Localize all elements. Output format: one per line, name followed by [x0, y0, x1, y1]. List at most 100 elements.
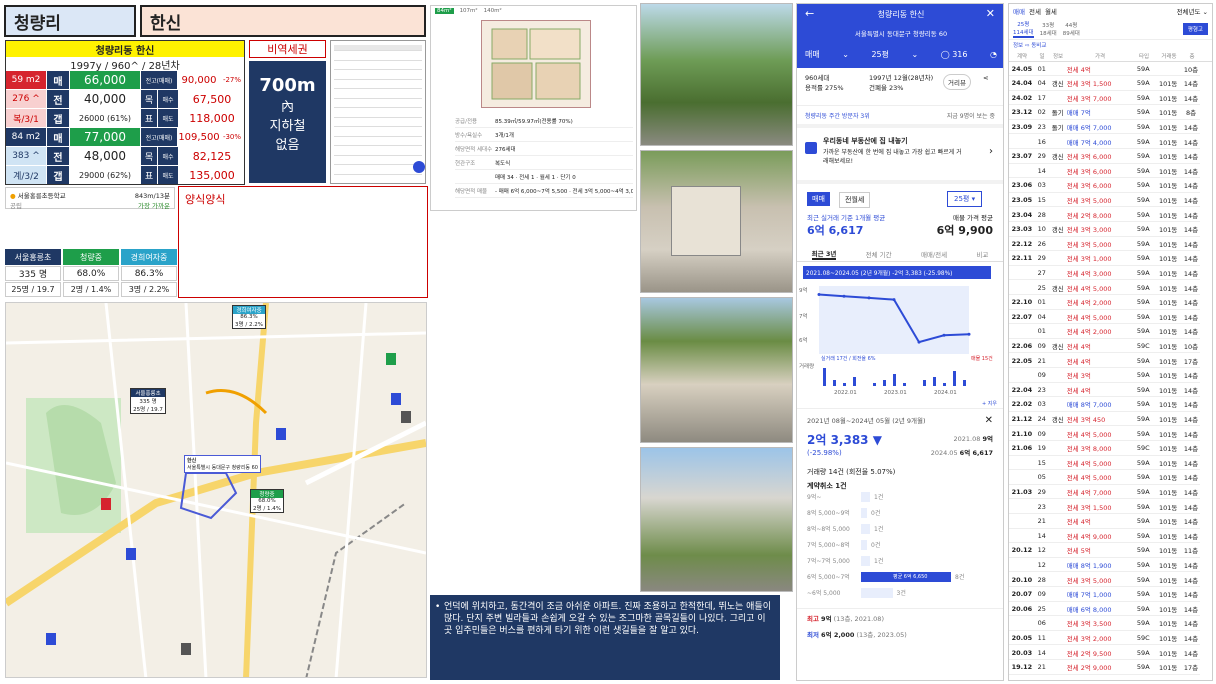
- deal-row[interactable]: 21.10 09 전세 4억 5,000 59A 101동 14층: [1009, 427, 1200, 441]
- map-tag-2[interactable]: 서울홍릉초 335 명 25명 / 19.7: [130, 388, 166, 414]
- photo-1[interactable]: [640, 3, 793, 146]
- deal-row[interactable]: 15 전세 4억 5,000 59A 101동 14층: [1009, 456, 1200, 471]
- deal-row[interactable]: 05 전세 4억 5,000 59A 101동 14층: [1009, 471, 1200, 485]
- close-icon[interactable]: ✕: [985, 415, 993, 426]
- floorplan-info-key: 해당면적 매물: [455, 188, 488, 195]
- period-label: 2021년 08월~2024년 05월 (2년 9개월): [807, 417, 926, 425]
- deal-row[interactable]: 24.02 17 전세 3억 7,000 59A 101동 14층: [1009, 91, 1200, 106]
- deal-row[interactable]: 12 매매 8억 1,900 59A 101동 14층: [1009, 558, 1200, 573]
- school-marker-icon[interactable]: [46, 633, 56, 645]
- deal-row[interactable]: 20.05 11 전세 3억 2,000 59C 101동 14층: [1009, 631, 1200, 646]
- school-marker-icon[interactable]: [391, 393, 401, 405]
- deal-row[interactable]: 22.02 03 매매 8억 7,000 59A 101동 14층: [1009, 398, 1200, 412]
- deal-row[interactable]: 22.11 29 전세 3억 1,000 59A 101동 14층: [1009, 252, 1200, 266]
- deal-row[interactable]: 19.12 21 전세 2억 9,000 59A 101동 17층: [1009, 661, 1200, 675]
- deal-row[interactable]: 21.12 24 갱신 전세 3억 450 59A 101동 14층: [1009, 412, 1200, 427]
- deal-row[interactable]: 23.12 02 돌기 매매 7억 59A 101동 8층: [1009, 106, 1200, 120]
- deal-tab[interactable]: 매매: [1013, 6, 1025, 16]
- map-apt-label[interactable]: 한신 서울특별시 동대문구 청량리동 60: [184, 455, 261, 473]
- photo-4[interactable]: [640, 447, 793, 592]
- deal-row[interactable]: 22.05 21 전세 4억 59A 101동 17층: [1009, 354, 1200, 368]
- deal-row[interactable]: 16 매매 7억 4,000 59A 101동 14층: [1009, 135, 1200, 149]
- school-marker-icon[interactable]: [386, 353, 396, 365]
- close-icon[interactable]: ✕: [986, 7, 995, 20]
- year-filter[interactable]: 전체년도 ⌄: [1177, 6, 1208, 16]
- deal-row[interactable]: 23.04 28 전세 2억 8,000 59A 101동 14층: [1009, 208, 1200, 222]
- deal-row[interactable]: 21 전세 4억 59A 101동 14층: [1009, 515, 1200, 529]
- deal-row[interactable]: 22.12 26 전세 3억 5,000 59A 101동 14층: [1009, 237, 1200, 252]
- chevron-right-icon[interactable]: ›: [989, 146, 993, 157]
- btn-jeon[interactable]: 전월세: [839, 192, 871, 208]
- floorplan-tab[interactable]: 107m²: [460, 8, 478, 14]
- chevron-down-icon[interactable]: ⌄: [911, 50, 918, 59]
- deal-row[interactable]: 24.05 01 전세 4억 59A 10층: [1009, 62, 1200, 76]
- deal-row[interactable]: 01 전세 4억 2,000 59A 101동 14층: [1009, 325, 1200, 339]
- deal-row[interactable]: 21.03 29 전세 4억 7,000 59A 101동 14층: [1009, 485, 1200, 500]
- chart-tab[interactable]: 최근 3년: [811, 248, 837, 260]
- chart-tab[interactable]: 매매/전세: [921, 249, 947, 259]
- deal-row[interactable]: 23.09 23 돌기 매매 6억 7,000 59A 101동 14층: [1009, 120, 1200, 135]
- price-chart[interactable]: 9억 7억 6억거래량 2022.01 2023.01 2024.01 실거래 17건 / …: [797, 262, 1004, 398]
- photo-2[interactable]: [640, 150, 793, 293]
- deal-row[interactable]: 20.10 28 전세 3억 5,000 59A 101동 14층: [1009, 573, 1200, 587]
- deal-row[interactable]: 06 전세 3억 3,500 59A 101동 14층: [1009, 617, 1200, 631]
- deal-row[interactable]: 23.05 15 전세 3억 5,000 59A 101동 14층: [1009, 193, 1200, 208]
- deal-row[interactable]: 20.03 14 전세 2억 9,500 59A 101동 14층: [1009, 646, 1200, 660]
- deal-row[interactable]: 22.07 04 전세 4억 5,000 59A 101동 14층: [1009, 310, 1200, 325]
- deal-row[interactable]: 23.06 03 전세 3억 6,000 59A 101동 14층: [1009, 179, 1200, 193]
- deal-row[interactable]: 20.06 25 매매 6억 8,000 59A 101동 14층: [1009, 602, 1200, 617]
- floorplan-tab[interactable]: 84m²: [435, 8, 454, 14]
- deal-row[interactable]: 23.07 29 갱신 전세 3억 6,000 59A 101동 14층: [1009, 150, 1200, 164]
- map-tag-3[interactable]: 청량중 68.0% 2명 / 1.4%: [250, 489, 284, 513]
- map[interactable]: 경희여자중 86.3% 3명 / 2.2% 서울홍릉초 335 명 25명 / …: [5, 302, 427, 678]
- floorplan-tab[interactable]: 140m²: [484, 8, 502, 14]
- comments[interactable]: ◯ 316: [941, 50, 968, 59]
- bell-icon[interactable]: ◔: [990, 50, 997, 59]
- deal-row[interactable]: 25 갱신 전세 4억 5,000 59A 101동 14층: [1009, 281, 1200, 295]
- school-row-link[interactable]: 가장 가까운: [138, 200, 170, 210]
- visitors-now[interactable]: 지금 9명이 보는 중: [947, 111, 995, 120]
- deal-size-tab[interactable]: 33평 18세대: [1040, 21, 1057, 37]
- deal-cell: 14: [1037, 531, 1046, 540]
- size-selector[interactable]: 25평: [871, 49, 889, 60]
- photo-3[interactable]: [640, 297, 793, 443]
- school-marker-icon[interactable]: [276, 428, 286, 440]
- deal-cell: 14층: [1183, 94, 1199, 103]
- chart-tab[interactable]: 전체 기간: [866, 249, 892, 259]
- deal-row[interactable]: 23 전세 3억 1,500 59A 101동 14층: [1009, 500, 1200, 514]
- summary-kind: 전: [47, 90, 69, 108]
- deal-row[interactable]: 14 전세 4억 9,000 59A 101동 14층: [1009, 529, 1200, 544]
- tab-mae[interactable]: 매매: [805, 49, 820, 60]
- deal-row[interactable]: 23.03 10 갱신 전세 3억 3,000 59A 101동 14층: [1009, 223, 1200, 237]
- deal-row[interactable]: 09 전세 3억 59A 101동 14층: [1009, 369, 1200, 383]
- chevron-down-icon[interactable]: ⌄: [842, 50, 849, 59]
- deal-size-tab[interactable]: 44평 89세대: [1063, 21, 1080, 37]
- size-select[interactable]: 25평 ▾: [947, 191, 983, 207]
- promo-title[interactable]: 우리동네 부동산에 집 내놓기: [823, 136, 908, 146]
- zoom-label[interactable]: + 지우: [982, 400, 997, 407]
- school-marker-icon[interactable]: [126, 548, 136, 560]
- street-view-button[interactable]: 거리뷰: [943, 74, 971, 90]
- deal-tab[interactable]: 전세: [1029, 6, 1041, 16]
- deal-row[interactable]: 24.04 04 갱신 전세 3억 1,500 59A 101동 14층: [1009, 77, 1200, 91]
- map-tag-1[interactable]: 경희여자중 86.3% 3명 / 2.2%: [232, 305, 266, 329]
- deal-row[interactable]: 21.06 19 전세 3억 8,000 59C 101동 14층: [1009, 442, 1200, 456]
- deal-row[interactable]: 22.10 01 전세 4억 2,000 59A 101동 14층: [1009, 296, 1200, 310]
- deal-row[interactable]: 20.07 09 매매 7억 1,000 59A 101동 14층: [1009, 588, 1200, 602]
- share-icon[interactable]: ⋖: [983, 74, 988, 82]
- btn-mae[interactable]: 매매: [807, 192, 830, 206]
- deal-row[interactable]: 20.12 12 전세 5억 59A 101동 11층: [1009, 544, 1200, 558]
- school-marker-icon[interactable]: [101, 498, 111, 510]
- chart-tab[interactable]: 비교: [976, 249, 988, 259]
- deal-tab[interactable]: 월세: [1045, 6, 1057, 16]
- deal-row[interactable]: 27 전세 4억 3,000 59A 101동 14층: [1009, 266, 1200, 281]
- deal-size-tab[interactable]: 25평 114세대: [1013, 20, 1034, 38]
- school-marker-icon[interactable]: [401, 411, 411, 423]
- deal-row[interactable]: 22.06 09 갱신 전세 4억 59C 101동 10층: [1009, 339, 1200, 354]
- info-link[interactable]: 정보 ⇨ 동비교: [1013, 41, 1046, 49]
- deal-row[interactable]: 14 전세 3억 6,000 59A 101동 14층: [1009, 164, 1200, 179]
- deal-row[interactable]: 22.04 23 전세 4억 59A 101동 14층: [1009, 383, 1200, 398]
- size-compare-button[interactable]: 평형고: [1182, 22, 1208, 35]
- school-marker-icon[interactable]: [181, 643, 191, 655]
- app-header: ← 청량리동 한신 ✕ 서울특별시 동대문구 청량리동 60 매매 ⌄ 25평 …: [797, 4, 1003, 68]
